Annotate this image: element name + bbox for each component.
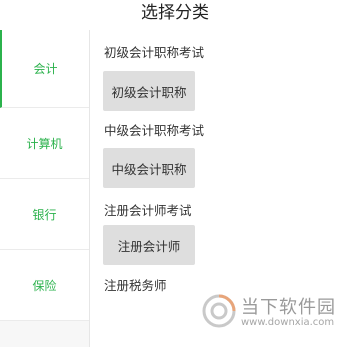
- section-title: 中级会计职称考试: [104, 123, 205, 138]
- category-chip[interactable]: 注册会计师: [103, 225, 195, 265]
- category-sidebar: 会计 计算机 银行 保险: [0, 30, 90, 347]
- sidebar-item-label: 保险: [32, 278, 57, 293]
- watermark: 当下软件园 www.downxia.com: [201, 293, 341, 335]
- page-title: 选择分类: [141, 3, 209, 23]
- section-title: 注册税务师: [104, 278, 167, 293]
- section-title: 注册会计师考试: [104, 203, 192, 218]
- sidebar-item-accounting[interactable]: 会计: [0, 30, 89, 108]
- sidebar-item-computer[interactable]: 计算机: [0, 108, 89, 179]
- sidebar-item-label: 会计: [33, 62, 58, 76]
- category-chip[interactable]: 中级会计职称: [103, 148, 195, 188]
- sidebar-item-bank[interactable]: 银行: [0, 179, 89, 250]
- header: 选择分类: [0, 0, 350, 30]
- watermark-logo-icon: [202, 294, 236, 328]
- watermark-url: www.downxia.com: [241, 317, 335, 328]
- sidebar-item-label: 银行: [32, 207, 57, 222]
- category-chip[interactable]: 初级会计职称: [103, 71, 195, 111]
- sidebar-item-insurance[interactable]: 保险: [0, 250, 89, 321]
- section-title: 初级会计职称考试: [104, 45, 205, 60]
- sidebar-item-label: 计算机: [26, 136, 63, 151]
- watermark-text: 当下软件园: [241, 297, 336, 318]
